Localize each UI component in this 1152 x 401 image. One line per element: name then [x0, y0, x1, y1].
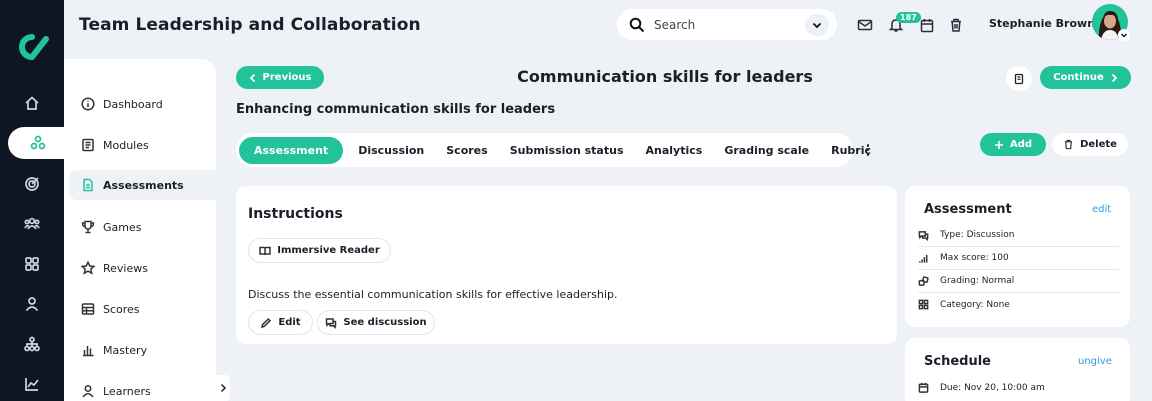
sidebar-item-label: Modules: [103, 138, 149, 152]
app-logo-icon[interactable]: [12, 30, 52, 64]
calendar-icon: [918, 382, 929, 393]
ungive-link[interactable]: ungive: [1078, 356, 1112, 367]
trophy-icon: [81, 220, 95, 234]
sidebar-item-scores[interactable]: Scores: [69, 294, 216, 324]
person-icon: [82, 385, 94, 398]
signal-icon: [919, 254, 928, 263]
instructions-text: Discuss the essential communication skil…: [248, 288, 618, 301]
edit-label: Edit: [278, 317, 301, 328]
home-icon[interactable]: [0, 87, 64, 119]
sidebar-item-label: Learners: [103, 384, 151, 398]
trash-icon[interactable]: [948, 17, 964, 33]
tab-bar: Assessment Discussion Scores Submission …: [236, 133, 871, 167]
delete-button[interactable]: Delete: [1052, 133, 1128, 156]
schedule-heading: Schedule: [924, 354, 991, 369]
immersive-reader-button[interactable]: Immersive Reader: [248, 238, 391, 263]
assessment-grading: Grading: Normal: [918, 270, 1119, 293]
sidebar-item-label: Assessments: [103, 178, 184, 192]
previous-button[interactable]: Previous: [236, 66, 324, 89]
network-icon[interactable]: [8, 127, 68, 159]
chevron-down-icon[interactable]: [1118, 29, 1130, 41]
search-input[interactable]: [654, 17, 804, 32]
delete-label: Delete: [1080, 139, 1117, 150]
more-options-icon[interactable]: [862, 141, 874, 159]
people-icon[interactable]: [0, 208, 64, 240]
assessment-type: Type: Discussion: [918, 224, 1119, 247]
hierarchy-icon[interactable]: [0, 328, 64, 360]
tab-discussion[interactable]: Discussion: [347, 137, 435, 164]
sidebar: Dashboard Modules Assessments Games Revi…: [64, 59, 216, 401]
sidebar-item-modules[interactable]: Modules: [69, 130, 216, 160]
add-button[interactable]: Add: [980, 133, 1046, 156]
page-subtitle: Enhancing communication skills for leade…: [236, 102, 556, 117]
see-discussion-button[interactable]: See discussion: [317, 310, 435, 335]
chevron-left-icon: [249, 73, 255, 82]
app-title: Team Leadership and Collaboration: [79, 15, 421, 35]
grid-icon[interactable]: [0, 248, 64, 280]
edit-button[interactable]: Edit: [248, 310, 313, 335]
page-title: Communication skills for leaders: [517, 67, 813, 86]
previous-label: Previous: [262, 72, 312, 83]
info-icon: [81, 97, 95, 111]
sidebar-item-label: Dashboard: [103, 97, 163, 111]
sidebar-item-games[interactable]: Games: [69, 212, 216, 242]
tab-analytics[interactable]: Analytics: [635, 137, 714, 164]
mail-icon[interactable]: [857, 17, 873, 33]
sidebar-item-dashboard[interactable]: Dashboard: [69, 89, 216, 119]
edit-link[interactable]: edit: [1092, 204, 1111, 215]
bookmark-icon[interactable]: [1006, 66, 1032, 91]
trash-icon: [1064, 139, 1073, 150]
tab-scores[interactable]: Scores: [435, 137, 498, 164]
sidebar-item-reviews[interactable]: Reviews: [69, 253, 216, 283]
tab-grading-scale[interactable]: Grading scale: [713, 137, 820, 164]
plus-icon: [994, 140, 1003, 149]
book-icon: [82, 138, 94, 152]
instructions-card: Instructions Immersive Reader Discuss th…: [236, 186, 897, 344]
document-icon: [83, 178, 93, 192]
search-bar[interactable]: [617, 9, 837, 40]
sidebar-item-learners[interactable]: Learners: [69, 376, 216, 401]
schedule-card: Schedule ungive Due: Nov 20, 10:00 am: [905, 338, 1130, 401]
search-icon: [629, 17, 645, 32]
bar-chart-icon: [83, 346, 94, 357]
continue-button[interactable]: Continue: [1040, 66, 1131, 89]
pencil-icon: [261, 317, 272, 328]
sidebar-item-label: Scores: [103, 302, 140, 316]
calendar-icon[interactable]: [919, 17, 935, 33]
star-icon: [81, 261, 95, 275]
assessment-heading: Assessment: [924, 202, 1012, 217]
sidebar-item-assessments[interactable]: Assessments: [69, 170, 216, 200]
dice-icon: [918, 275, 929, 286]
schedule-due: Due: Nov 20, 10:00 am: [918, 376, 1119, 399]
add-label: Add: [1009, 139, 1033, 150]
sidebar-item-label: Mastery: [103, 343, 148, 357]
chevron-right-icon: [1111, 73, 1118, 82]
assessment-card: Assessment edit Type: Discussion Max sco…: [905, 186, 1130, 327]
see-discussion-label: See discussion: [343, 317, 427, 328]
chart-icon[interactable]: [0, 368, 64, 400]
instructions-heading: Instructions: [248, 206, 343, 222]
sidebar-item-mastery[interactable]: Mastery: [69, 335, 216, 365]
target-icon[interactable]: [0, 168, 64, 200]
chat-icon: [918, 230, 929, 241]
icon-rail: [0, 0, 68, 401]
chat-icon: [326, 317, 337, 329]
tab-assessment[interactable]: Assessment: [239, 136, 344, 164]
user-name[interactable]: Stephanie Brown: [989, 17, 1095, 30]
assessment-category: Category: None: [918, 293, 1119, 316]
immersive-reader-label: Immersive Reader: [277, 245, 380, 256]
table-icon: [81, 303, 95, 315]
sidebar-item-label: Reviews: [103, 261, 148, 275]
user-icon[interactable]: [0, 288, 64, 320]
continue-label: Continue: [1053, 72, 1104, 83]
tab-submission-status[interactable]: Submission status: [499, 137, 635, 164]
book-open-icon: [259, 246, 271, 255]
collapse-sidebar-button[interactable]: [216, 375, 230, 401]
assessment-max-score: Max score: 100: [918, 247, 1119, 270]
chevron-down-icon[interactable]: [805, 13, 829, 36]
notification-badge: 187: [896, 12, 921, 23]
category-icon: [918, 299, 929, 310]
sidebar-item-label: Games: [103, 220, 142, 234]
